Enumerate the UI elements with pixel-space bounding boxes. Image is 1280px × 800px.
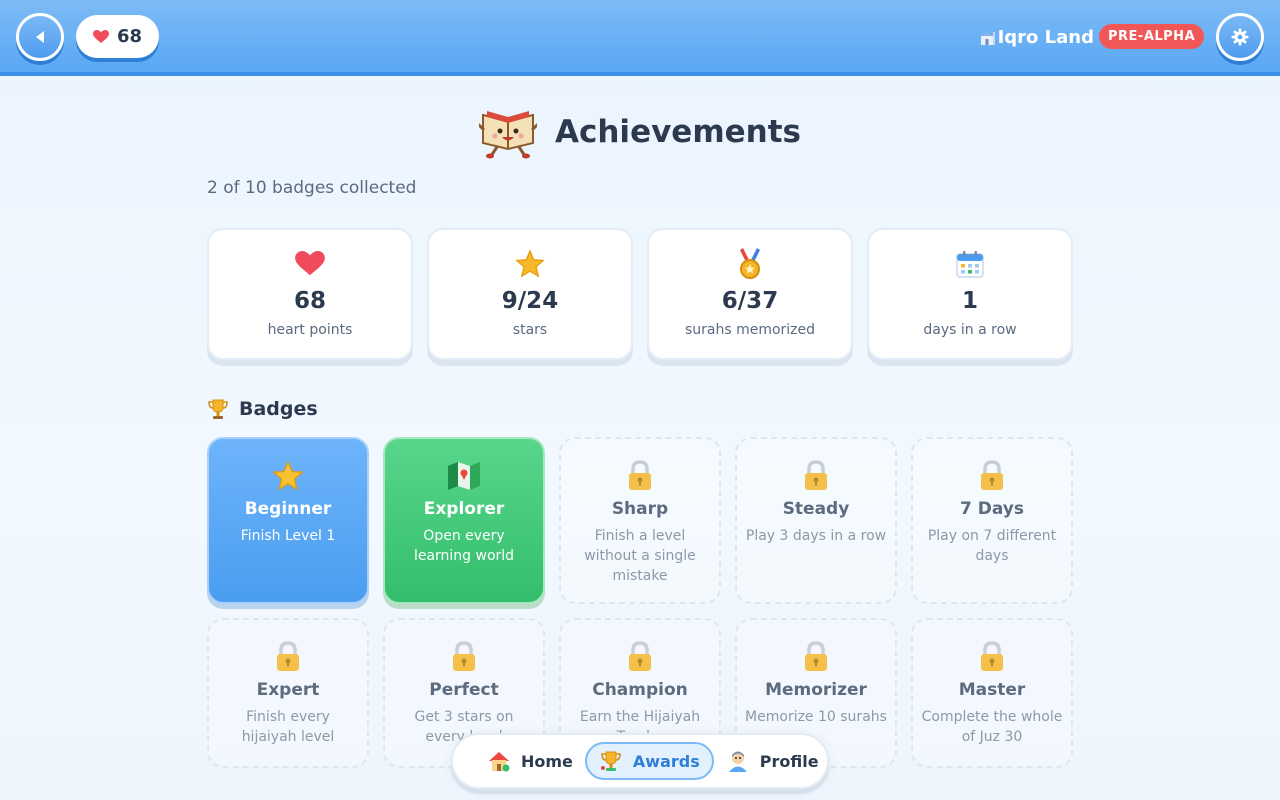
- lock-icon: [629, 460, 651, 490]
- badges-grid: Beginner Finish Level 1 Explorer Open ev…: [207, 437, 1073, 768]
- badge-name: Master: [958, 680, 1026, 700]
- lock-icon: [805, 460, 827, 490]
- badge-expert[interactable]: Expert Finish every hijaiyah level: [207, 618, 369, 768]
- nav-label: Home: [521, 751, 573, 771]
- badge-name: Perfect: [429, 680, 499, 700]
- badge-name: Sharp: [611, 499, 669, 519]
- map-icon: [448, 462, 480, 490]
- badge-sharp[interactable]: Sharp Finish a level without a single mi…: [559, 437, 721, 604]
- lock-icon: [981, 641, 1003, 671]
- badge-description: Finish Level 1: [240, 528, 336, 544]
- brand-title: Iqro Land: [997, 26, 1094, 48]
- settings-button[interactable]: [1216, 13, 1264, 61]
- back-button[interactable]: [16, 13, 64, 61]
- mosque-icon: [980, 32, 995, 45]
- calendar-icon: [956, 251, 984, 278]
- trophy-icon: [208, 399, 228, 419]
- star-icon: [515, 249, 545, 278]
- nav-awards[interactable]: Awards: [584, 742, 714, 780]
- star-icon: [272, 460, 304, 491]
- stat-label: days in a row: [923, 322, 1017, 338]
- lock-icon: [629, 641, 651, 671]
- stat-value: 6/37: [721, 288, 779, 314]
- badge-name: Expert: [256, 680, 320, 700]
- lock-icon: [805, 641, 827, 671]
- nav-label: Profile: [759, 751, 819, 771]
- stat-value: 68: [293, 288, 326, 314]
- gear-icon: [1231, 28, 1249, 46]
- badge-explorer[interactable]: Explorer Open every learning world: [383, 437, 545, 604]
- badge-description: Play on 7 different days: [927, 528, 1057, 564]
- badge-name: Memorizer: [765, 680, 867, 700]
- heart-icon: [92, 29, 109, 43]
- avatar-icon: [728, 751, 747, 772]
- hearts-count: 68: [116, 26, 143, 47]
- page-header: Achievements: [0, 104, 1280, 160]
- badge-name: Champion: [592, 680, 688, 700]
- nav-home[interactable]: Home: [475, 742, 585, 780]
- stat-value: 1: [961, 288, 978, 314]
- badge-description: Finish every hijaiyah level: [241, 709, 335, 745]
- lock-icon: [453, 641, 475, 671]
- badge-name: 7 Days: [959, 499, 1024, 519]
- back-arrow-icon: [36, 31, 44, 43]
- stat-card-streak: 1 days in a row: [867, 228, 1073, 360]
- badge-7-days[interactable]: 7 Days Play on 7 different days: [911, 437, 1073, 604]
- page-title: Achievements: [555, 114, 801, 150]
- badges-progress-text: 2 of 10 badges collected: [207, 178, 417, 198]
- brand: Iqro Land: [978, 24, 1094, 50]
- badge-description: Play 3 days in a row: [745, 528, 887, 544]
- stat-card-hearts: 68 heart points: [207, 228, 413, 360]
- trophy-icon: [600, 751, 621, 771]
- stats-row: 68 heart points 9/24 stars 6/37 surahs m…: [207, 228, 1073, 366]
- stat-label: surahs memorized: [684, 322, 816, 338]
- nav-label: Awards: [632, 751, 700, 771]
- badge-name: Steady: [782, 499, 850, 519]
- nav-profile[interactable]: Profile: [714, 742, 831, 780]
- top-bar: 68 Iqro Land PRE-ALPHA: [0, 0, 1280, 76]
- badge-steady[interactable]: Steady Play 3 days in a row: [735, 437, 897, 604]
- badge-name: Beginner: [244, 499, 332, 519]
- badge-master[interactable]: Master Complete the whole of Juz 30: [911, 618, 1073, 768]
- badge-name: Explorer: [423, 499, 505, 519]
- badge-description: Complete the whole of Juz 30: [921, 709, 1063, 745]
- medal-icon: [740, 248, 760, 279]
- stat-card-stars: 9/24 stars: [427, 228, 633, 360]
- heart-icon: [295, 251, 325, 276]
- bottom-navigation: Home Awards Profile: [451, 733, 829, 789]
- lock-icon: [277, 641, 299, 671]
- badge-description: Finish a level without a single mistake: [584, 528, 696, 584]
- stat-card-surahs: 6/37 surahs memorized: [647, 228, 853, 360]
- pre-alpha-badge: PRE-ALPHA: [1099, 24, 1205, 49]
- badge-description: Memorize 10 surahs: [745, 709, 887, 725]
- stat-label: heart points: [267, 322, 353, 338]
- stat-value: 9/24: [501, 288, 559, 314]
- badge-description: Open every learning world: [413, 528, 515, 564]
- badge-beginner[interactable]: Beginner Finish Level 1: [207, 437, 369, 604]
- stat-label: stars: [512, 322, 548, 338]
- lock-icon: [981, 460, 1003, 490]
- hearts-counter: 68: [76, 15, 159, 58]
- house-icon: [489, 752, 510, 772]
- badges-section-header: Badges: [207, 396, 318, 422]
- badges-section-title: Badges: [239, 398, 318, 420]
- book-mascot-icon: [479, 111, 537, 159]
